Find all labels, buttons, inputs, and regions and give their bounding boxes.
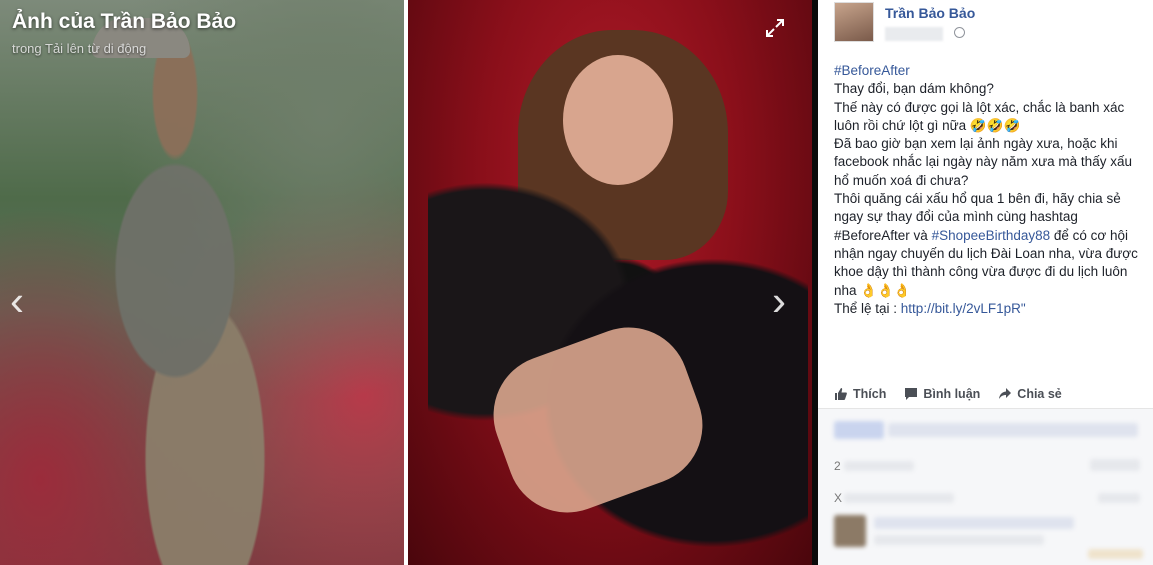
post-line: ngay sự thay đổi của mình cùng hashtag <box>834 209 1078 225</box>
post-line-text: #BeforeAfter và <box>834 227 932 243</box>
post-line: Đã bao giờ bạn xem lại ảnh ngày xưa, hoặ… <box>834 136 1118 152</box>
previous-photo-button[interactable]: ‹ <box>10 280 24 322</box>
reactions-summary-blurred <box>834 421 884 439</box>
like-button[interactable]: Thích <box>834 384 886 404</box>
expand-icon[interactable] <box>764 17 786 39</box>
comment-text-line2-blurred <box>874 535 1044 545</box>
thumbs-up-icon <box>835 388 847 400</box>
post-panel: Trần Bảo Bảo #BeforeAfter Thay đổi, bạn d… <box>818 0 1153 565</box>
share-label: Chia sẻ <box>1017 387 1062 401</box>
comment-text-blurred <box>874 517 1074 529</box>
post-line: Thể lệ tại : http://bit.ly/2vLF1pR" <box>834 300 1146 318</box>
like-label: Thích <box>853 387 887 401</box>
pagination-blurred <box>1098 493 1140 503</box>
comment-icon <box>905 388 918 400</box>
hashtag-link[interactable]: #ShopeeBirthday88 <box>932 228 1051 243</box>
photo-viewer: Ảnh của Trần Bảo Bảo trong Tải lên từ di… <box>0 0 818 565</box>
comment-count-prefix: 2 <box>834 459 841 473</box>
photo-after <box>408 0 812 565</box>
post-line: nha 👌👌👌 <box>834 282 911 298</box>
post-line-text: để có cơ hội <box>1050 227 1129 243</box>
share-arrow-icon <box>999 388 1012 399</box>
reactions-text-blurred <box>888 423 1138 437</box>
globe-icon[interactable] <box>954 27 965 38</box>
post-line: Thay đổi, bạn dám không? <box>834 81 994 97</box>
post-line: #BeforeAfter và #ShopeeBirthday88 để có … <box>834 227 1146 245</box>
comment-meta-blurred <box>1088 549 1143 559</box>
post-line: Thôi quăng cái xấu hổ qua 1 bên đi, hãy … <box>834 191 1121 207</box>
post-line: Thế này có được gọi là lột xác, chắc là … <box>834 99 1125 115</box>
hashtag-link[interactable]: #BeforeAfter <box>834 63 910 78</box>
comments-section: 2 X <box>818 409 1153 565</box>
view-more-blurred <box>844 493 954 503</box>
person-figure <box>40 30 340 565</box>
comment-sort-blurred <box>1090 459 1140 471</box>
comment-button[interactable]: Bình luận <box>904 384 980 404</box>
view-more-prefix: X <box>834 491 843 505</box>
commenter-avatar-blurred[interactable] <box>834 515 866 547</box>
comment-count-blurred <box>844 461 914 471</box>
post-body: #BeforeAfter Thay đổi, bạn dám không? Thế … <box>834 62 1146 318</box>
face-shape <box>563 55 673 185</box>
post-line: hổ muốn xoá đi chưa? <box>834 172 969 188</box>
post-line: luôn rồi chứ lột gì nữa 🤣🤣🤣 <box>834 117 1021 133</box>
share-button[interactable]: Chia sẻ <box>998 384 1062 404</box>
next-photo-button[interactable]: › <box>772 280 786 322</box>
avatar[interactable] <box>834 2 874 42</box>
post-timestamp-blurred <box>885 27 943 41</box>
action-bar: Thích Bình luận Chia sẻ <box>834 384 1062 404</box>
album-subtitle[interactable]: trong Tải lên từ di động <box>12 41 146 56</box>
photo-before <box>0 0 404 565</box>
post-line: facebook nhắc lại ngày này năm xưa mà th… <box>834 154 1132 170</box>
post-line-text: Thể lệ tại : <box>834 300 901 316</box>
post-line: nhận ngay chuyến du lịch Đài Loan nha, v… <box>834 245 1138 261</box>
rules-link[interactable]: http://bit.ly/2vLF1pR" <box>901 301 1026 316</box>
comment-label: Bình luận <box>923 387 981 401</box>
post-line: khoe dậy thì thành công vừa được đi du l… <box>834 264 1128 280</box>
author-name[interactable]: Trần Bảo Bảo <box>885 5 975 21</box>
post-line: #BeforeAfter <box>834 62 1146 80</box>
album-title[interactable]: Ảnh của Trần Bảo Bảo <box>12 10 236 34</box>
